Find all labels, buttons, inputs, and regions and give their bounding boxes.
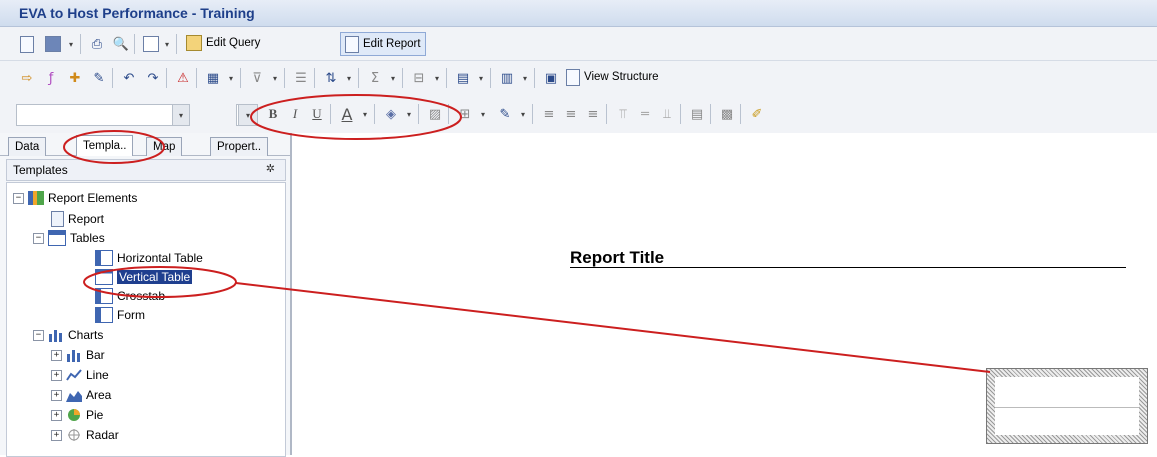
- toolbar-highlight-ellipse: [250, 94, 462, 140]
- templates-tab-highlight-ellipse: [63, 130, 165, 164]
- drag-arrow-line: [235, 282, 991, 373]
- vertical-table-highlight-ellipse: [83, 266, 237, 298]
- annotation-overlay: [63, 94, 991, 373]
